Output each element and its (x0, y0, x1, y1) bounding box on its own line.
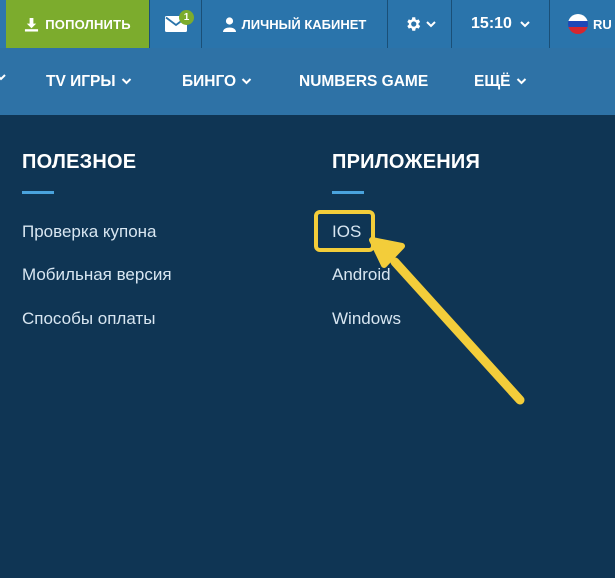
annotation-arrow-icon (369, 237, 525, 405)
